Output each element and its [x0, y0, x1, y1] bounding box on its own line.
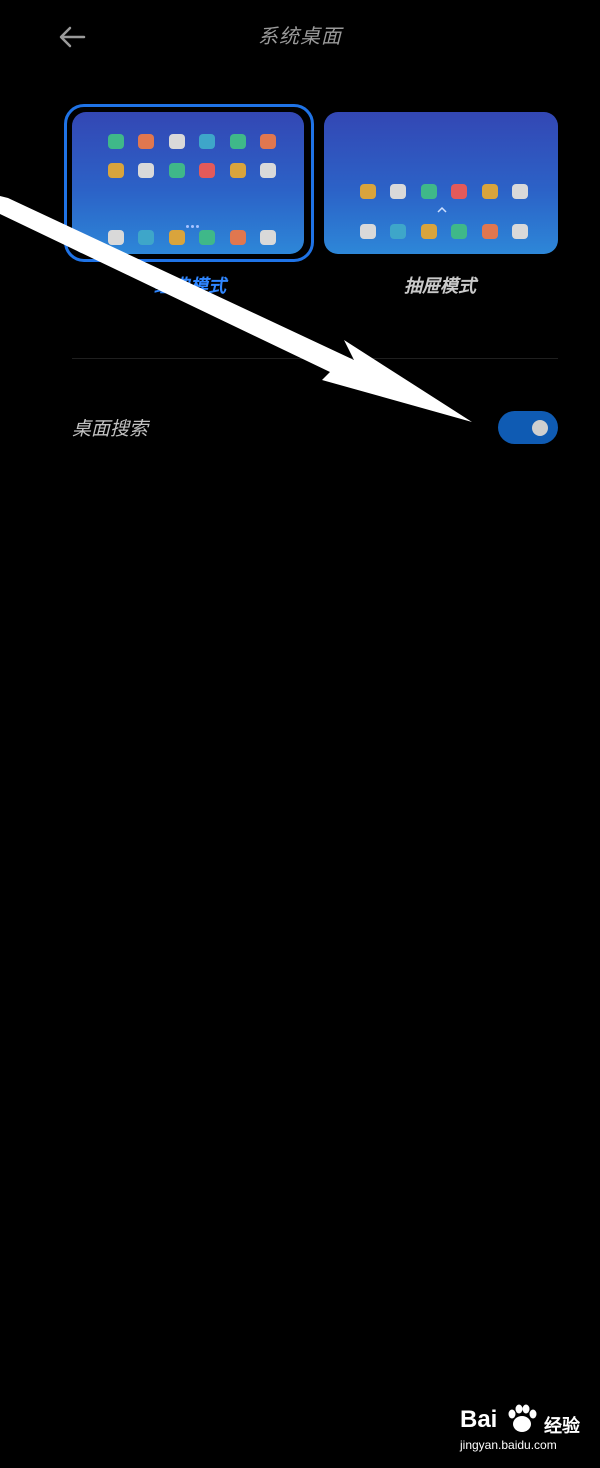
app-icon	[390, 184, 407, 199]
watermark-name: 经验	[544, 1416, 580, 1437]
app-icon	[259, 134, 276, 149]
app-icon	[481, 184, 498, 199]
mode-card-classic[interactable]	[64, 104, 314, 262]
icon-row	[360, 184, 528, 199]
app-icon	[168, 230, 185, 245]
setting-row-desktop-search[interactable]: 桌面搜索	[0, 400, 600, 456]
app-icon	[229, 163, 246, 178]
watermark-url: jingyan.baidu.com	[460, 1438, 557, 1452]
divider	[72, 358, 558, 359]
app-icon	[481, 224, 498, 239]
app-icon	[108, 163, 124, 178]
setting-label: 桌面搜索	[72, 418, 149, 440]
app-icon	[138, 163, 155, 178]
drawer-preview	[324, 112, 558, 254]
page-indicator	[186, 213, 206, 228]
app-icon	[451, 184, 468, 199]
icon-row	[360, 224, 528, 239]
app-icon	[420, 184, 437, 199]
app-icon	[360, 224, 376, 239]
app-icon	[199, 134, 216, 149]
app-icon	[199, 163, 216, 178]
watermark-brand: Bai	[460, 1406, 498, 1433]
mode-label-classic[interactable]: 经典模式	[90, 272, 290, 298]
app-icon	[511, 184, 528, 199]
paw-logo-icon	[508, 1404, 537, 1432]
app-icon	[108, 134, 124, 149]
mode-label-drawer[interactable]: 抽屉模式	[340, 272, 540, 298]
icon-row	[108, 163, 276, 178]
app-icon	[420, 224, 437, 239]
icon-row	[108, 230, 276, 245]
app-icon	[259, 230, 276, 245]
mode-card-drawer[interactable]	[318, 104, 558, 258]
chevron-up-icon	[437, 206, 447, 213]
app-icon	[168, 163, 185, 178]
app-icon	[138, 230, 155, 245]
app-icon	[138, 134, 155, 149]
app-icon	[259, 163, 276, 178]
desktop-search-toggle[interactable]	[498, 411, 558, 444]
toggle-knob	[532, 420, 548, 436]
classic-preview	[72, 112, 304, 254]
app-icon	[390, 224, 407, 239]
icon-row	[108, 134, 276, 149]
page-title: 系统桌面	[258, 24, 342, 48]
app-icon	[229, 230, 246, 245]
app-icon	[451, 224, 468, 239]
app-icon	[360, 184, 376, 199]
watermark: Bai 经验 jingyan.baidu.com	[452, 1400, 592, 1460]
app-icon	[168, 134, 185, 149]
header-bar: 系统桌面	[0, 0, 600, 72]
app-icon	[511, 224, 528, 239]
app-icon	[108, 230, 124, 245]
app-icon	[199, 230, 216, 245]
app-icon	[229, 134, 246, 149]
